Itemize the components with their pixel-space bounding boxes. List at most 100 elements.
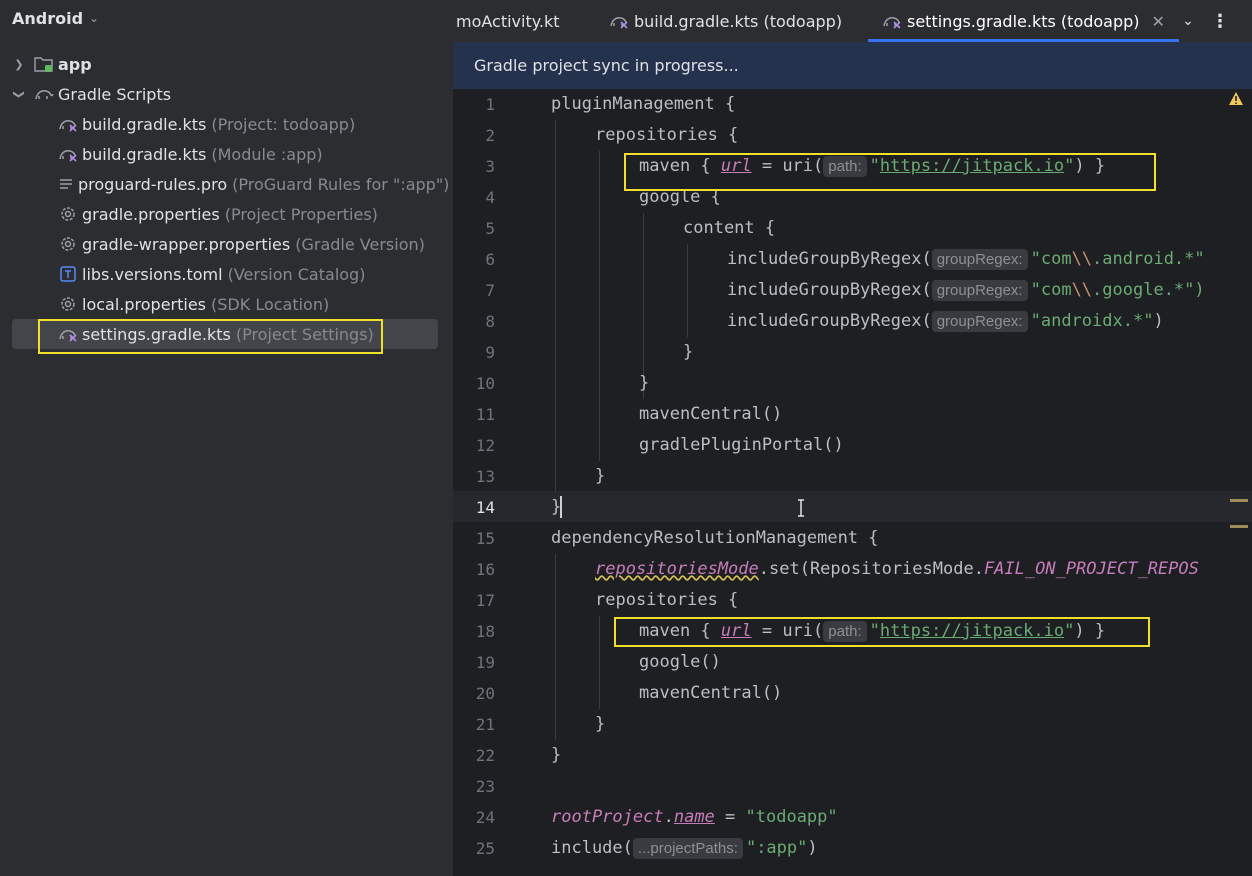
tree-item-hint: (Project Settings) [235,324,374,344]
indent-guide [555,554,556,740]
tab-settings-gradle[interactable]: settings.gradle.kts (todoapp) ✕ [868,0,1179,43]
escape-token: \\ [1071,280,1093,300]
chevron-right-icon[interactable]: ❯ [12,58,26,71]
tree-item-local-properties[interactable]: local.properties (SDK Location) [12,289,438,319]
string-token: ":app" [745,838,808,858]
parameter-hint: groupRegex: [931,249,1028,270]
text-file-icon [58,174,74,194]
gradle-kts-icon [882,13,902,29]
scrollbar-marker[interactable] [1230,499,1248,502]
line-number: 20 [475,684,495,703]
tree-item-proguard-rules[interactable]: proguard-rules.pro (ProGuard Rules for "… [12,169,449,199]
string-token: .android.*" [1092,249,1205,269]
code-line-22: } [551,745,562,765]
code-line-6: includeGroupByRegex(groupRegex: "com\\.an… [727,244,1205,275]
line-number: 21 [475,715,495,734]
line-number: 15 [475,529,495,548]
string-token: " [869,621,880,641]
chevron-down-icon: ⌄ [89,11,100,25]
chevron-down-icon[interactable]: ❯ [13,87,26,101]
code-line-13: } [595,466,606,486]
tree-item-hint: (ProGuard Rules for ":app") [232,174,450,194]
tree-item-build-gradle-module[interactable]: build.gradle.kts (Module :app) [12,139,438,169]
code-line-8: includeGroupByRegex(groupRegex: "androidx… [727,306,1164,337]
line-number: 3 [485,157,495,176]
string-token: " [1064,621,1075,641]
code-token: include( [551,838,633,858]
url-link[interactable]: https://jitpack.io [880,621,1064,641]
parameter-hint: groupRegex: [931,280,1028,301]
code-line-5: content { [683,218,776,238]
line-number: 23 [475,777,495,796]
more-options-button[interactable]: ⋮ [1209,10,1231,32]
project-view-selector[interactable]: Android ⌄ [12,7,99,29]
tree-item-app[interactable]: ❯ app [12,49,438,79]
tree-item-gradle-properties[interactable]: gradle.properties (Project Properties) [12,199,438,229]
line-number: 5 [485,219,495,238]
line-number: 6 [485,250,495,269]
line-number-gutter: 1 2 3 4 5 6 7 8 9 10 11 12 13 14 15 16 1… [453,89,548,876]
line-number: 7 [485,281,495,300]
line-number: 18 [475,622,495,641]
enum-token: FAIL_ON_PROJECT_REPOS [983,559,1199,579]
line-number: 13 [475,467,495,486]
indent-guide [687,244,688,337]
tree-item-settings-gradle[interactable]: settings.gradle.kts (Project Settings) [12,319,438,349]
module-folder-icon [34,54,54,74]
tab-build-gradle[interactable]: build.gradle.kts (todoapp) [609,0,842,42]
tab-label: build.gradle.kts (todoapp) [634,11,843,31]
tree-item-hint: (Project: todoapp) [211,114,356,134]
code-line-20: mavenCentral() [639,683,783,703]
code-token: maven { [639,156,721,176]
warning-icon[interactable] [1228,91,1244,107]
code-editor[interactable]: 1 2 3 4 5 6 7 8 9 10 11 12 13 14 15 16 1… [453,89,1252,876]
tree-item-label: build.gradle.kts [82,144,207,164]
tree-item-label: gradle-wrapper.properties [82,234,291,254]
close-icon[interactable]: ✕ [1152,12,1165,31]
line-number: 11 [475,405,495,424]
tree-item-label: app [58,54,92,74]
scrollbar-marker[interactable] [1230,525,1248,528]
tree-item-label: libs.versions.toml [82,264,223,284]
tree-item-gradle-wrapper-properties[interactable]: gradle-wrapper.properties (Gradle Versio… [12,229,438,259]
code-line-12: gradlePluginPortal() [639,435,844,455]
line-number: 22 [475,746,495,765]
property-token: repositoriesMode [595,559,759,579]
tree-item-label: Gradle Scripts [58,84,172,104]
property-token: name [673,807,715,827]
property-token: rootProject [551,807,664,827]
tab-mainactivity[interactable]: moActivity.kt [456,0,560,42]
line-number: 2 [485,126,495,145]
code-line-9: } [683,342,694,362]
code-line-17: repositories { [595,590,739,610]
string-token: "com [1030,280,1072,300]
indent-guide [599,616,600,709]
code-token: ) } [1074,156,1106,176]
more-vertical-icon: ⋮ [1211,10,1229,32]
tree-item-gradle-scripts[interactable]: ❯ Gradle Scripts [12,79,438,109]
code-token: = uri( [751,621,824,641]
property-token: url [720,156,752,176]
code-line-2: repositories { [595,125,739,145]
code-line-11: mavenCentral() [639,404,783,424]
line-number: 10 [475,374,495,393]
code-token: = uri( [751,156,824,176]
tab-list-dropdown[interactable]: ⌄ [1177,10,1199,32]
tree-item-label: gradle.properties [82,204,220,224]
tree-item-label: local.properties [82,294,207,314]
indent-guide [599,151,600,461]
url-link[interactable]: https://jitpack.io [880,156,1064,176]
gear-icon [58,234,78,254]
tree-item-build-gradle-project[interactable]: build.gradle.kts (Project: todoapp) [12,109,438,139]
tree-item-hint: (Module :app) [211,144,323,164]
parameter-hint: path: [823,156,867,177]
code-token: includeGroupByRegex( [727,280,932,300]
code-line-25: include(...projectPaths: ":app") [551,833,818,864]
line-number: 8 [485,312,495,331]
code-token: = [714,807,746,827]
gear-icon [58,204,78,224]
tree-item-libs-versions-toml[interactable]: libs.versions.toml (Version Catalog) [12,259,438,289]
code-line-18: maven { url = uri(path: "https://jitpack.… [639,616,1105,647]
string-token: " [1064,156,1075,176]
text-cursor-icon [798,499,804,517]
